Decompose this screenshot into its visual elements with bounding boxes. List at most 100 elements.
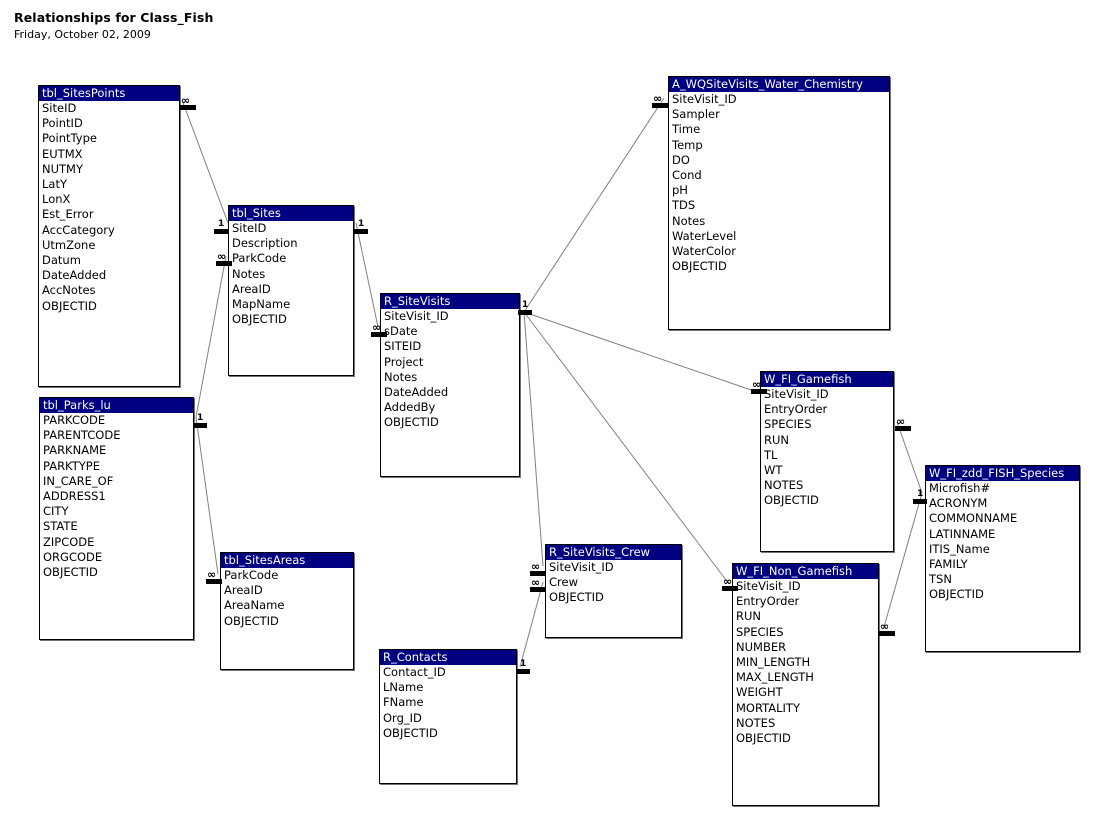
- field-name: RUN: [736, 609, 762, 624]
- field-name: UtmZone: [42, 237, 96, 252]
- field-list: SiteID PointID PointType EUTMX NUTMY LatY LonX…: [39, 101, 179, 314]
- cardinality-one-label: 1: [917, 489, 924, 499]
- relationship-line: [355, 222, 379, 328]
- relationship-one-endpoint: [913, 499, 927, 504]
- field-name: WaterColor: [672, 244, 737, 259]
- field-list: SiteVisit_ID EntryOrder RUN SPECIES NUMBER MI…: [733, 579, 878, 746]
- table-box[interactable]: R_SiteVisits SiteVisit_ID sDate SITEID Proje…: [380, 293, 520, 477]
- cardinality-many-label: ∞: [752, 378, 761, 391]
- field-name: OBJECTID: [929, 587, 984, 602]
- field-name: ACRONYM: [929, 496, 988, 511]
- field-name: PARKTYPE: [43, 458, 100, 473]
- relationship-line: [195, 416, 219, 575]
- table-box[interactable]: R_SiteVisits_Crew SiteVisit_ID Crew OBJECTI…: [545, 544, 682, 638]
- field-name: Project: [384, 354, 424, 369]
- field-name: PointType: [42, 131, 97, 146]
- cardinality-many-label: ∞: [531, 560, 540, 573]
- field-name: OBJECTID: [672, 259, 727, 274]
- field-list: Microfish# ACRONYM COMMONNAME LATINNAME ITIS…: [926, 481, 1079, 603]
- field-name: AreaID: [232, 281, 271, 296]
- field-name: SiteVisit_ID: [549, 560, 614, 574]
- field-name: WaterLevel: [672, 228, 737, 243]
- relationship-one-endpoint: [214, 229, 228, 234]
- cardinality-many-label: ∞: [880, 620, 889, 633]
- field-name: LATINNAME: [929, 526, 996, 541]
- field-name: MIN_LENGTH: [736, 655, 811, 670]
- field-name: STATE: [43, 519, 78, 534]
- field-name: Notes: [232, 266, 266, 281]
- field-list: PARKCODE PARENTCODE PARKNAME PARKTYPE IN_CAR…: [40, 413, 193, 580]
- table-box[interactable]: tbl_SitesPoints SiteID PointID PointType EUT…: [38, 85, 180, 387]
- cardinality-one-label: 1: [197, 413, 204, 423]
- field-name: OBJECTID: [42, 298, 97, 313]
- field-list: ParkCode AreaID AreaName OBJECTID: [221, 568, 353, 629]
- field-name: SPECIES: [736, 624, 784, 639]
- field-name: NOTES: [764, 478, 804, 493]
- field-name: FAMILY: [929, 557, 968, 572]
- field-name: Sampler: [672, 107, 720, 122]
- table-title: W_FI_Non_Gamefish: [733, 564, 878, 579]
- field-list: SiteVisit_ID EntryOrder SPECIES RUN TL WT NOTE…: [761, 387, 893, 509]
- field-name: ADDRESS1: [43, 489, 106, 504]
- table-box[interactable]: tbl_Parks_lu PARKCODE PARENTCODE PARKNAME PA…: [39, 397, 194, 640]
- cardinality-many-label: ∞: [372, 321, 381, 334]
- field-name: SiteVisit_ID: [736, 579, 801, 593]
- field-name: ParkCode: [224, 568, 279, 582]
- table-title: tbl_Sites: [229, 206, 353, 221]
- field-name: Notes: [672, 213, 706, 228]
- cardinality-many-label: ∞: [217, 250, 226, 263]
- field-list: SiteVisit_ID Crew OBJECTID: [546, 560, 681, 606]
- cardinality-many-label: ∞: [531, 576, 540, 589]
- table-box[interactable]: W_FI_zdd_FISH_Species Microfish# ACRONYM CO…: [925, 465, 1080, 652]
- field-name: Cond: [672, 168, 702, 183]
- field-name: DateAdded: [42, 268, 107, 283]
- field-name: pH: [672, 183, 688, 198]
- table-title: W_FI_zdd_FISH_Species: [926, 466, 1079, 481]
- field-list: SiteVisit_ID Sampler Time Temp DO Cond pH TDS No…: [669, 92, 889, 274]
- field-name: Est_Error: [42, 207, 94, 222]
- cardinality-one-label: 1: [358, 219, 365, 229]
- relationship-line: [896, 421, 923, 494]
- table-title: R_Contacts: [380, 650, 516, 665]
- field-name: OBJECTID: [383, 725, 438, 740]
- table-box[interactable]: W_FI_Gamefish SiteVisit_ID EntryOrder SPECI…: [760, 371, 894, 552]
- table-box[interactable]: R_Contacts Contact_ID LName FName Org_ID OBJE…: [379, 649, 517, 784]
- field-name: ParkCode: [232, 251, 287, 266]
- cardinality-many-label: ∞: [181, 94, 190, 107]
- field-name: AreaID: [224, 583, 263, 598]
- relationship-line: [519, 581, 544, 668]
- table-box[interactable]: A_WQSiteVisits_Water_Chemistry SiteVisit_…: [668, 76, 890, 330]
- field-name: OBJECTID: [384, 415, 439, 430]
- field-name: WT: [764, 463, 783, 478]
- field-name: MapName: [232, 297, 291, 312]
- field-name: Crew: [549, 575, 578, 590]
- cardinality-many-label: ∞: [896, 415, 905, 428]
- field-name: CITY: [43, 504, 69, 519]
- field-name: NOTES: [736, 715, 776, 730]
- field-name: SiteVisit_ID: [764, 387, 829, 401]
- field-name: LatY: [42, 177, 67, 192]
- table-title: R_SiteVisits_Crew: [546, 545, 681, 560]
- field-name: SPECIES: [764, 417, 812, 432]
- table-box[interactable]: W_FI_Non_Gamefish SiteVisit_ID EntryOrder R…: [732, 563, 879, 806]
- table-title: tbl_SitesAreas: [221, 553, 353, 568]
- table-box[interactable]: tbl_SitesAreas ParkCode AreaID AreaName OBJE…: [220, 552, 354, 670]
- page-title: Relationships for Class_Fish: [14, 10, 214, 25]
- field-name: OBJECTID: [224, 613, 279, 628]
- field-name: EntryOrder: [736, 594, 800, 609]
- field-name: TDS: [672, 198, 696, 213]
- field-name: SiteVisit_ID: [672, 92, 737, 106]
- field-name: COMMONNAME: [929, 511, 1018, 526]
- relationship-one-endpoint: [354, 229, 368, 234]
- relationship-one-endpoint: [516, 669, 530, 674]
- table-title: W_FI_Gamefish: [761, 372, 893, 387]
- cardinality-many-label: ∞: [653, 92, 662, 105]
- field-list: SiteID Description ParkCode Notes AreaID MapN…: [229, 221, 353, 327]
- field-name: AreaName: [224, 598, 285, 613]
- field-name: Description: [232, 236, 298, 251]
- table-box[interactable]: tbl_Sites SiteID Description ParkCode Notes A…: [228, 205, 354, 376]
- field-name: EUTMX: [42, 146, 83, 161]
- field-name: Time: [672, 122, 701, 137]
- field-name: SiteID: [42, 101, 77, 115]
- table-title: A_WQSiteVisits_Water_Chemistry: [669, 77, 889, 92]
